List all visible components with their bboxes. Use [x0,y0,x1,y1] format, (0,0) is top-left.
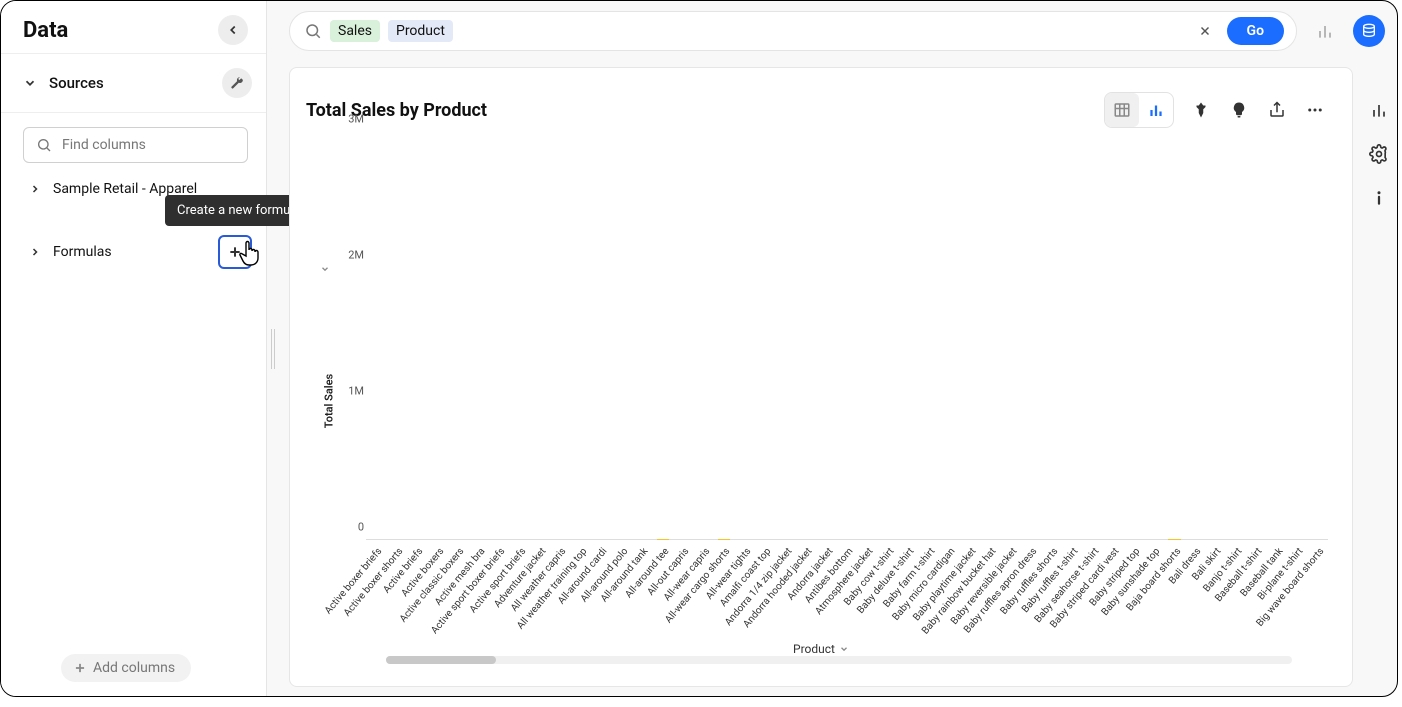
close-icon [1198,24,1212,38]
add-formula-button[interactable] [218,235,252,269]
sidebar: Data Sources Find columns Sample Retail … [1,1,267,696]
search-chip-sales[interactable]: Sales [330,20,380,42]
search-chip-product[interactable]: Product [388,20,453,42]
find-columns-input[interactable]: Find columns [23,127,248,163]
wrench-icon [230,76,244,90]
more-horizontal-icon [1306,101,1324,119]
bar-chart-icon [1315,21,1335,41]
add-columns-label: Add columns [93,660,175,676]
share-icon [1268,101,1286,119]
chart-card: Total Sales by Product [289,67,1353,687]
chevron-right-icon [29,183,41,195]
y-tick: 1M [348,385,364,398]
sidebar-resize-handle[interactable] [267,329,279,369]
rail-settings-button[interactable] [1366,141,1392,167]
y-tick: 3M [348,113,364,126]
insight-button[interactable] [1222,93,1256,127]
rail-chart-config-button[interactable] [1366,97,1392,123]
pin-button[interactable] [1184,93,1218,127]
chart-title: Total Sales by Product [306,100,487,121]
bar-chart-icon [1147,101,1165,119]
plus-icon [73,661,87,675]
y-tick: 0 [358,521,364,534]
right-rail [1361,67,1397,211]
bar-chart-icon [1369,100,1389,120]
chart-scrollbar[interactable] [386,656,1292,664]
clear-search-button[interactable] [1191,17,1219,45]
search-icon [36,137,52,153]
search-bar[interactable]: Sales Product Go [289,11,1297,51]
sources-label: Sources [49,74,104,92]
find-columns-placeholder: Find columns [62,137,146,153]
y-axis-ticks: 01M2M3M [324,132,364,540]
chevron-down-icon [23,76,37,90]
chevron-right-icon [29,246,41,258]
plus-icon [227,244,243,260]
chevron-left-icon [226,23,240,37]
search-icon [304,22,322,40]
pin-icon [1192,101,1210,119]
lightbulb-icon [1230,101,1248,119]
chevron-down-icon [839,644,849,654]
collapse-sidebar-button[interactable] [218,15,248,45]
chart-scrollbar-thumb[interactable] [386,656,496,664]
share-button[interactable] [1260,93,1294,127]
view-chart-button[interactable] [1139,93,1173,127]
info-icon [1370,189,1388,207]
database-icon [1361,23,1377,39]
gear-icon [1369,144,1389,164]
table-icon [1113,101,1131,119]
formulas-label: Formulas [53,244,112,260]
chart-plot[interactable] [366,132,1328,540]
data-source-badge[interactable] [1353,15,1385,47]
y-tick: 2M [348,249,364,262]
chart-type-button[interactable] [1309,15,1341,47]
add-columns-button[interactable]: Add columns [61,654,191,682]
sidebar-title: Data [23,18,68,43]
x-axis-label[interactable]: Product [793,642,849,656]
go-button[interactable]: Go [1227,17,1284,45]
more-button[interactable] [1298,93,1332,127]
chart-area: Total Sales 01M2M3M Active boxer briefsA… [306,132,1332,670]
view-table-button[interactable] [1105,93,1139,127]
sources-settings-button[interactable] [222,68,252,98]
rail-info-button[interactable] [1366,185,1392,211]
